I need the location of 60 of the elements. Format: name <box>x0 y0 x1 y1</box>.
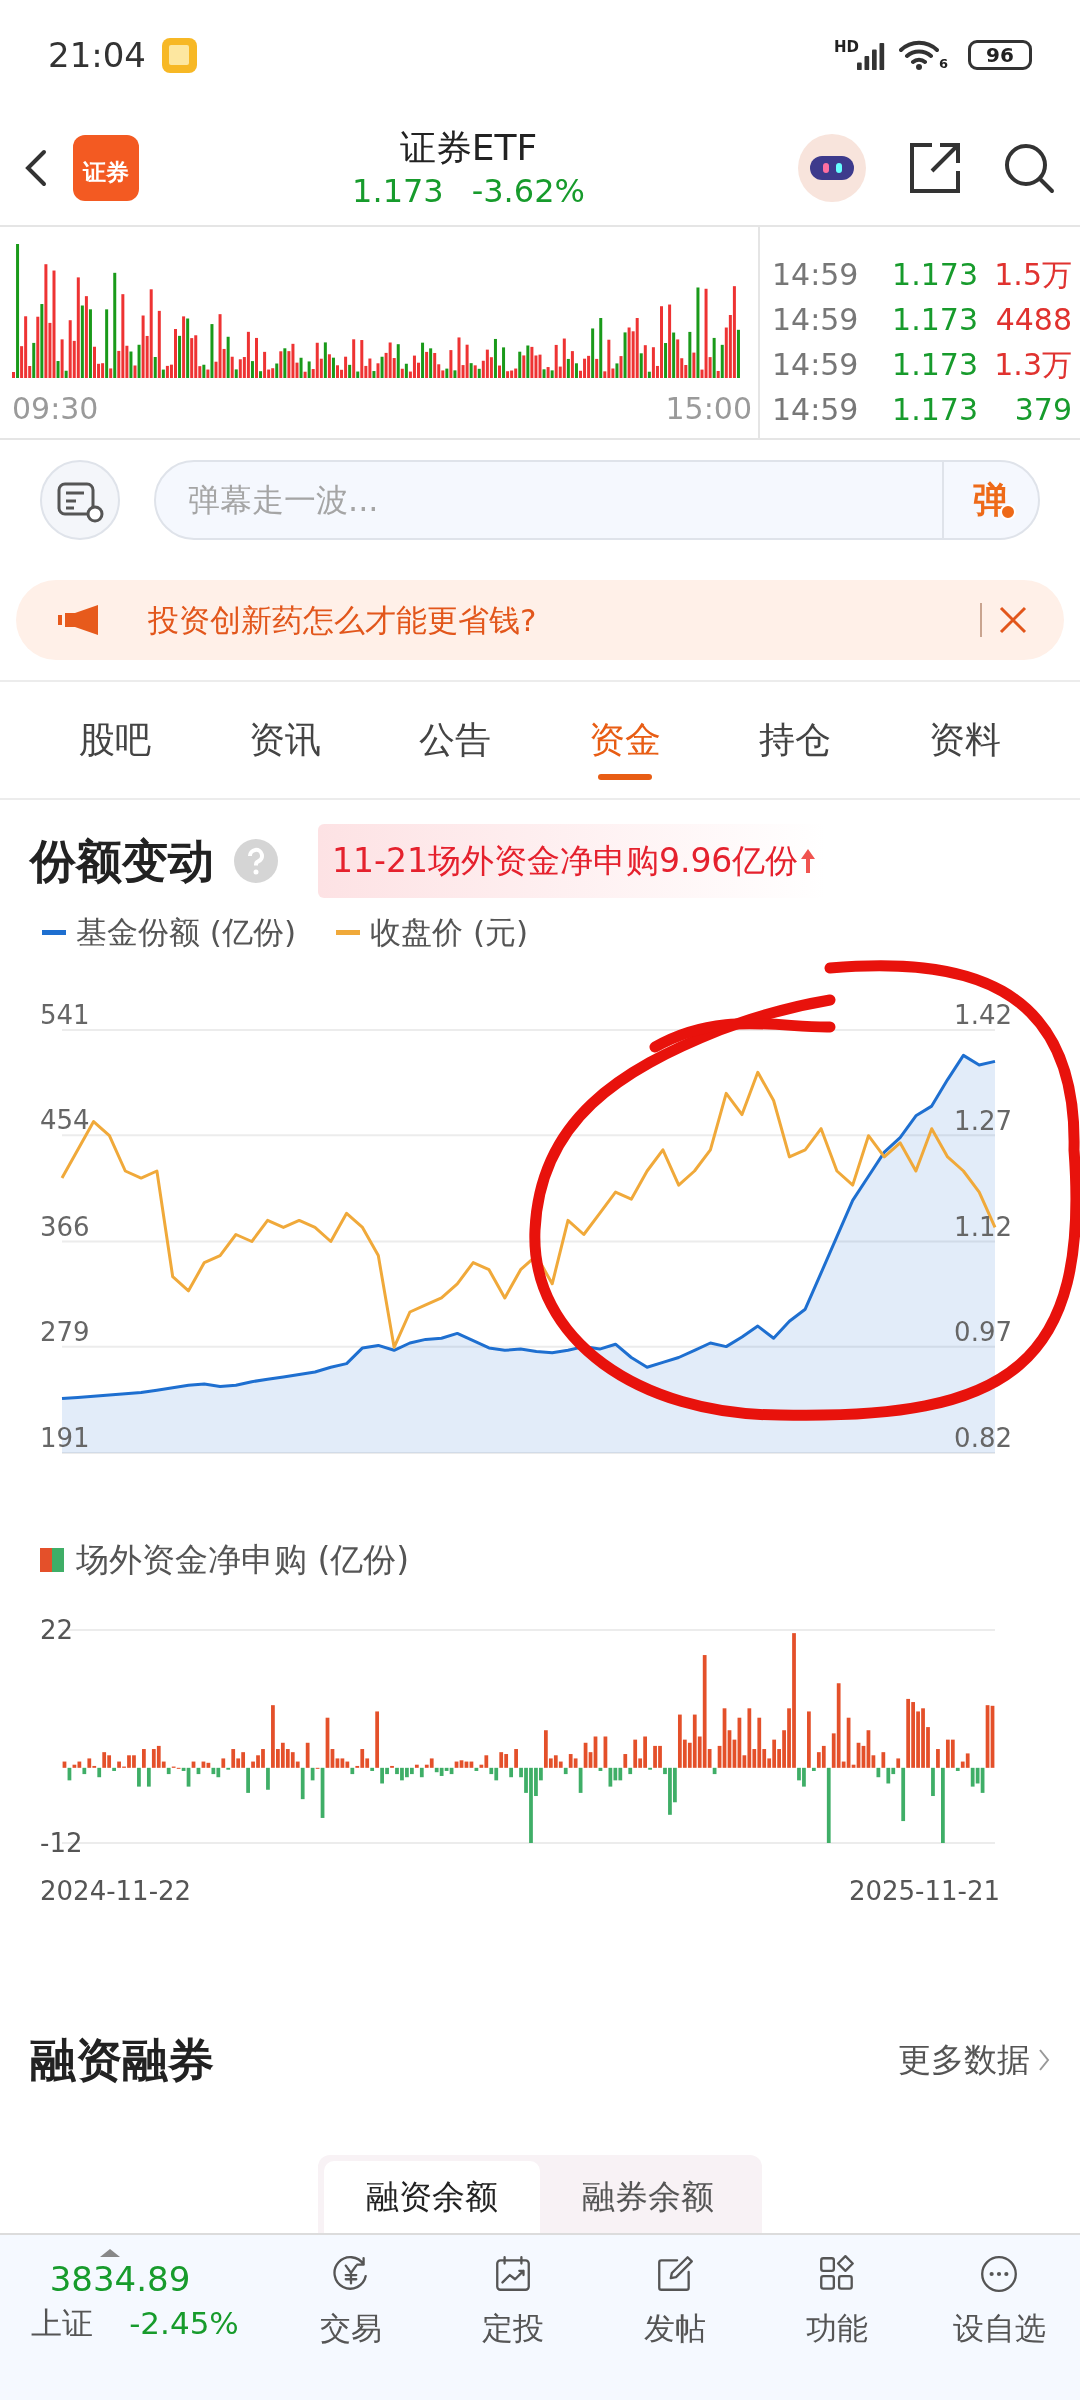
tab[interactable]: 股吧 <box>75 682 155 798</box>
time-label: 09:30 <box>12 390 99 428</box>
axis-label: 2025-11-21 <box>848 1876 1000 1906</box>
axis-label: 1.27 <box>954 1105 1012 1136</box>
nav-item[interactable]: 发帖 <box>594 2245 756 2400</box>
tab[interactable]: 公告 <box>415 682 495 798</box>
price: 1.173 <box>352 170 444 211</box>
tab[interactable]: 持仓 <box>755 682 835 798</box>
axis-label: 2024-11-22 <box>40 1876 192 1906</box>
tab[interactable]: 资金 <box>585 682 665 798</box>
price-change: -3.62% <box>471 170 585 211</box>
index-value: 3834.89 <box>49 2258 191 2301</box>
axis-label: 0.97 <box>954 1317 1012 1348</box>
section-title: 份额变动 <box>30 832 214 890</box>
wifi-label: 6 <box>938 57 948 70</box>
legend-label: 基金份额 (亿份) <box>76 913 297 953</box>
chart-title: 场外资金净申购 (亿份) <box>76 1539 410 1582</box>
axis-label: 1.42 <box>954 1000 1012 1030</box>
nav-item[interactable]: 功能 <box>756 2245 918 2400</box>
nav-item[interactable]: 交易 <box>270 2245 432 2400</box>
axis-label: 1.12 <box>954 1211 1012 1242</box>
trade-price: 1.173 <box>891 301 978 339</box>
tab[interactable]: 资讯 <box>245 682 325 798</box>
network-label: HD <box>833 39 859 55</box>
section-title: 融资融券 <box>30 2031 214 2089</box>
axis-label: 366 <box>40 1211 90 1242</box>
axis-label: 279 <box>40 1316 90 1347</box>
banner-text: 投资创新药怎么才能更省钱? <box>148 600 538 640</box>
trade-volume: 1.5万 <box>993 256 1072 294</box>
trade-volume: 379 <box>1013 391 1072 429</box>
trade-time: 14:59 <box>772 301 860 339</box>
battery-indicator: 96 <box>968 40 1032 70</box>
clock: 21:04 <box>48 33 146 77</box>
app-logo: 证券 <box>73 134 139 201</box>
fund-title: 证券ETF <box>399 125 538 170</box>
nav-item[interactable]: 设自选 <box>918 2245 1080 2400</box>
trade-price: 1.173 <box>891 256 978 294</box>
legend-label: 收盘价 (元) <box>370 913 529 953</box>
segment-tab[interactable]: 融券余额 <box>540 2161 756 2233</box>
axis-label: 454 <box>40 1105 90 1136</box>
more-data-link[interactable]: 更多数据 <box>898 2035 1030 2085</box>
trade-time: 14:59 <box>772 256 860 294</box>
axis-label: 22 <box>40 1615 74 1645</box>
trade-time: 14:59 <box>772 346 860 384</box>
nav-item[interactable]: 定投 <box>432 2245 594 2400</box>
trade-price: 1.173 <box>891 346 978 384</box>
axis-label: 191 <box>40 1423 90 1453</box>
trade-volume: 4488 <box>994 301 1072 339</box>
axis-label: -12 <box>40 1828 83 1858</box>
axis-label: 0.82 <box>954 1423 1012 1453</box>
tab[interactable]: 资料 <box>925 682 1005 798</box>
trade-volume: 1.3万 <box>993 346 1072 384</box>
segment-tab[interactable]: 融资余额 <box>324 2161 540 2233</box>
badge-text: 11-21场外资金净申购9.96亿份 <box>332 840 799 883</box>
trade-price: 1.173 <box>891 391 978 429</box>
index-change: -2.45% <box>129 2304 239 2343</box>
time-label: 15:00 <box>665 390 752 428</box>
axis-label: 541 <box>40 1000 90 1030</box>
index-name: 上证 <box>31 2304 94 2343</box>
trade-time: 14:59 <box>772 391 860 429</box>
